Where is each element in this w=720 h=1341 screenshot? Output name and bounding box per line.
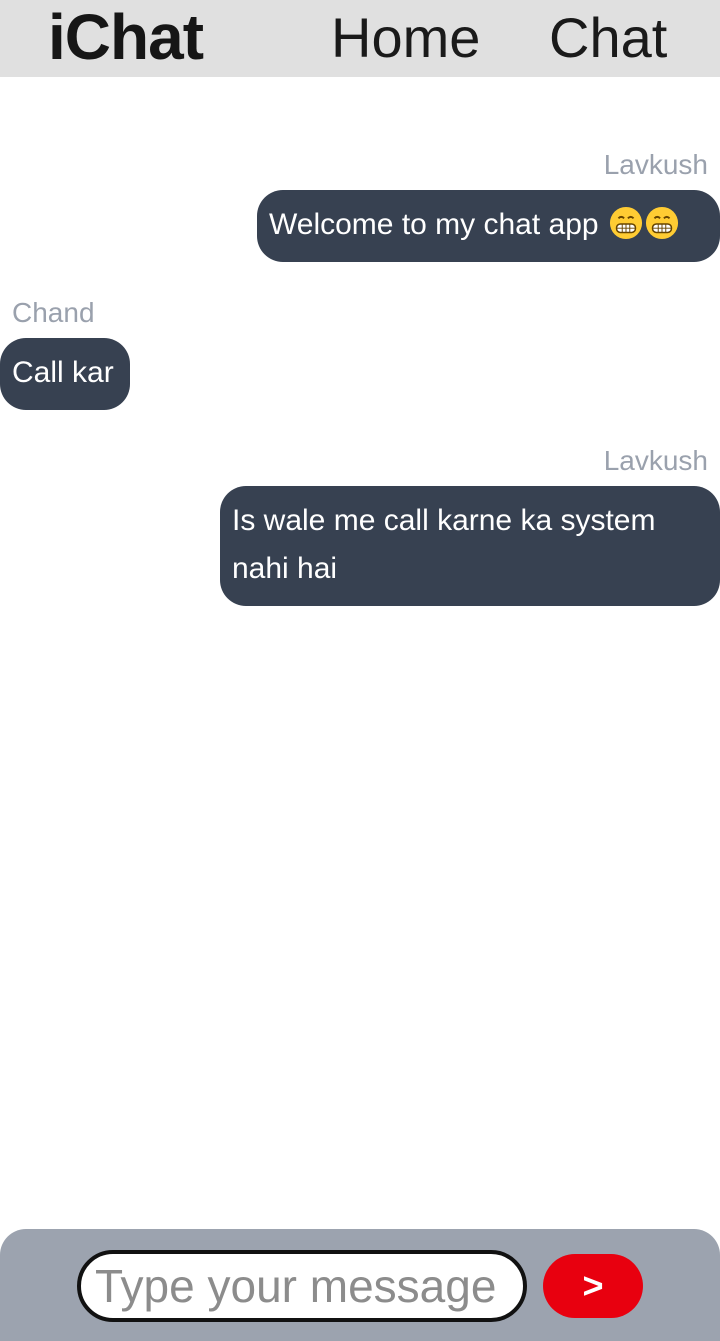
message-composer: >	[0, 1229, 720, 1341]
nav-link-home[interactable]: Home	[331, 0, 480, 77]
message-text: Welcome to my chat app	[269, 208, 599, 241]
grinning-face-icon	[609, 206, 642, 240]
message-text: Call kar	[12, 356, 114, 389]
message-sender: Lavkush	[603, 445, 708, 476]
message-sender: Lavkush	[603, 149, 708, 180]
message-bubble-outgoing: Is wale me call karne ka system nahi hai	[220, 486, 720, 606]
send-button[interactable]: >	[543, 1254, 643, 1318]
message-bubble-outgoing: Welcome to my chat app	[257, 190, 720, 262]
message-sender: Chand	[12, 297, 95, 328]
message-input[interactable]	[77, 1250, 527, 1322]
navbar: iChat Home Chat	[0, 0, 720, 77]
chat-messages-area: Lavkush Welcome to my chat app Chand Cal…	[0, 77, 720, 1229]
message-bubble-incoming: Call kar	[0, 338, 130, 410]
brand-logo[interactable]: iChat	[48, 0, 204, 77]
message-text: Is wale me call karne ka system nahi hai	[232, 504, 656, 585]
grinning-face-icon	[645, 206, 678, 240]
nav-link-chat[interactable]: Chat	[549, 0, 667, 77]
